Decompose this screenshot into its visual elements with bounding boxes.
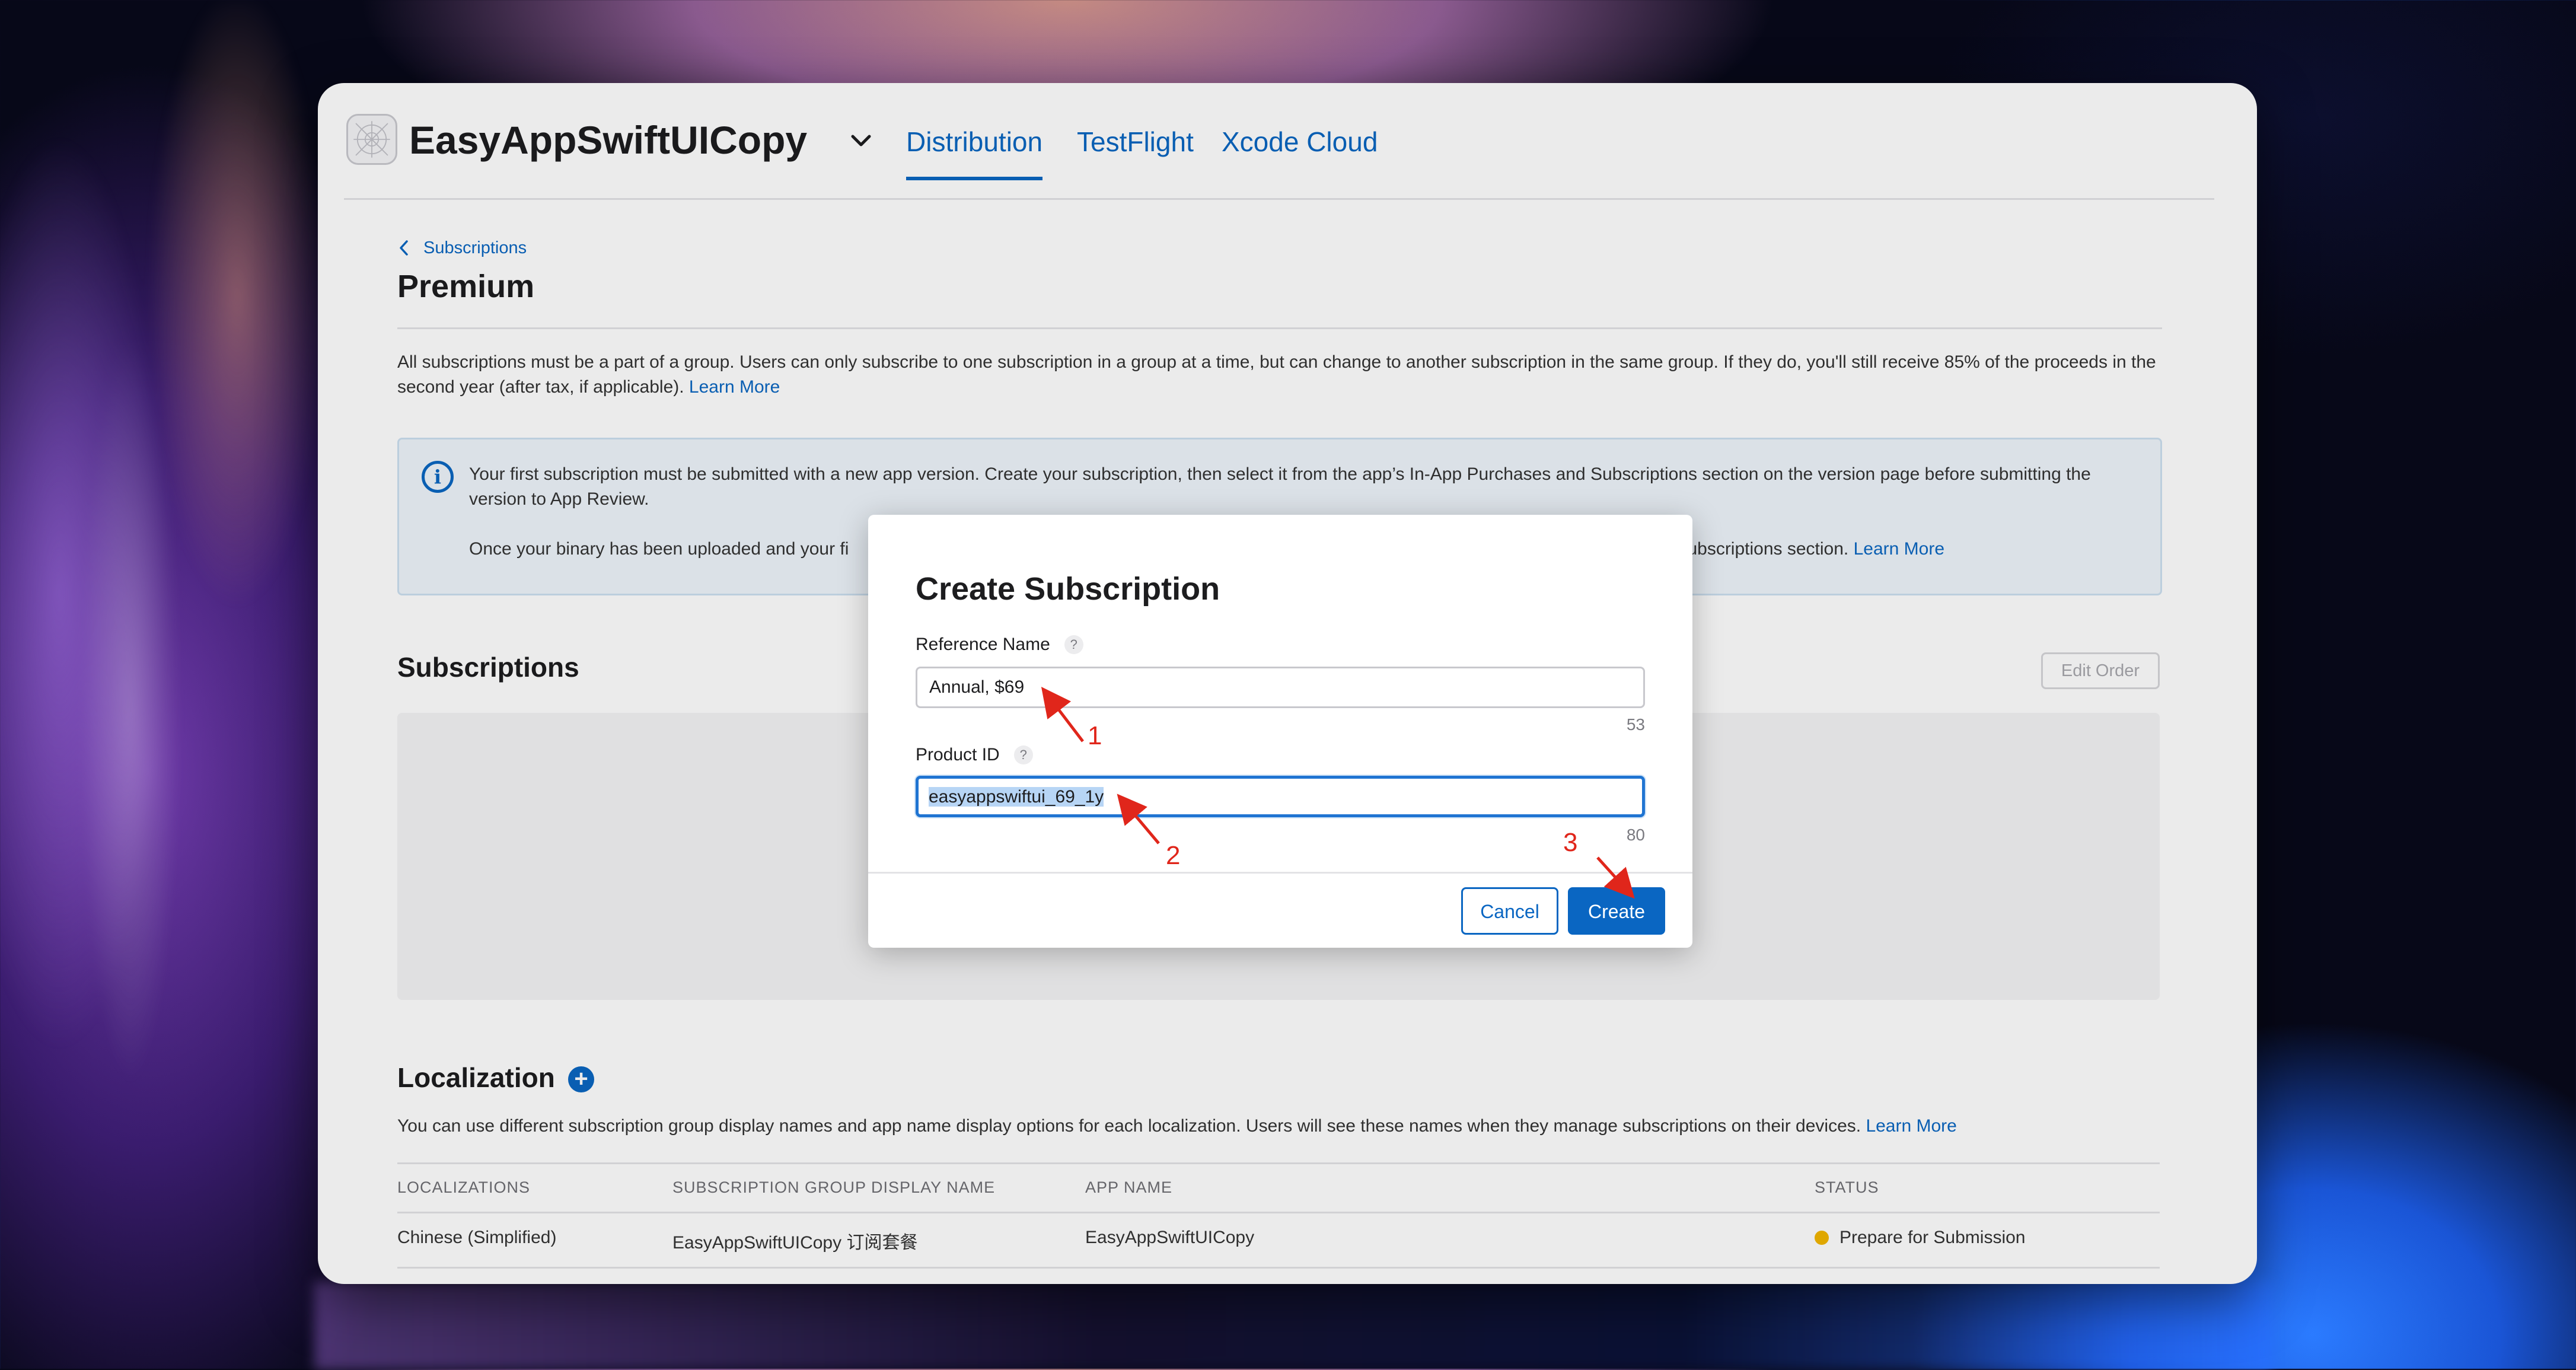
- selected-text[interactable]: easyappswiftui_69_1y: [929, 787, 1104, 807]
- create-subscription-dialog: Create Subscription Reference Name? 53 P…: [868, 515, 1692, 948]
- help-icon[interactable]: ?: [1064, 635, 1083, 654]
- dialog-title: Create Subscription: [916, 571, 1220, 607]
- reference-name-char-count: 53: [1626, 715, 1645, 734]
- create-button[interactable]: Create: [1568, 887, 1665, 935]
- product-id-input[interactable]: easyappswiftui_69_1y: [916, 776, 1645, 817]
- product-id-char-count: 80: [1626, 826, 1645, 844]
- product-id-label-text: Product ID: [916, 745, 1000, 764]
- annotation-number-2: 2: [1166, 841, 1181, 870]
- dialog-footer-divider: [868, 872, 1692, 874]
- reference-name-label: Reference Name?: [916, 635, 1083, 655]
- product-id-label: Product ID?: [916, 745, 1033, 765]
- help-icon[interactable]: ?: [1013, 745, 1033, 764]
- wallpaper-bottom-glow: [314, 1281, 2271, 1370]
- annotation-number-1: 1: [1088, 721, 1102, 750]
- annotation-number-3: 3: [1563, 828, 1578, 857]
- reference-name-label-text: Reference Name: [916, 635, 1050, 654]
- cancel-button[interactable]: Cancel: [1461, 887, 1558, 935]
- reference-name-input[interactable]: [916, 667, 1645, 708]
